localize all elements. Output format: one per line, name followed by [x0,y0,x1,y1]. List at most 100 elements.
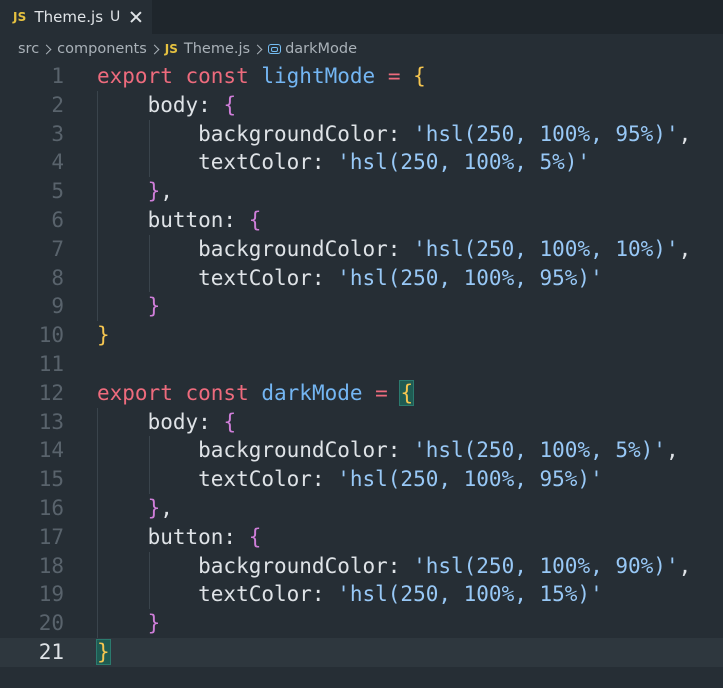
line-number: 8 [51,265,64,290]
code-token: , [678,121,692,146]
line-number: 5 [51,179,64,204]
code-line[interactable]: 7 backgroundColor: 'hsl(250, 100%, 10%)'… [0,234,723,264]
code-line[interactable]: 3 backgroundColor: 'hsl(250, 100%, 95%)'… [0,119,723,149]
line-number: 20 [38,611,64,636]
code-text: }, [97,177,173,206]
code-line[interactable]: 17 button: { [0,522,723,552]
code-token: { [223,92,237,117]
line-number: 10 [38,323,64,348]
breadcrumb-symbol-darkmode[interactable]: darkMode [285,41,357,57]
code-token: { [248,524,262,549]
code-token: { [413,64,426,88]
line-number: 6 [51,208,64,232]
code-token: = [375,64,414,88]
tab-bar: JS Theme.js U [0,0,723,34]
code-token: textColor: [97,467,338,492]
code-token: } [147,294,161,319]
javascript-file-icon: JS [13,10,27,24]
code-line[interactable]: 14 backgroundColor: 'hsl(250, 100%, 5%)'… [0,436,723,466]
line-number: 11 [38,352,64,376]
tab-theme-js[interactable]: JS Theme.js U [0,0,152,34]
line-number: 19 [38,582,64,607]
code-text: body: { [97,408,237,437]
code-token: } [96,639,111,665]
code-text: }, [97,494,173,523]
code-token: = [362,380,401,405]
code-text: backgroundColor: 'hsl(250, 100%, 95%)', [97,120,691,149]
line-number: 9 [51,294,64,319]
line-number: 4 [51,150,64,175]
code-token: textColor: [97,265,338,290]
code-token: { [223,409,237,434]
chevron-right-icon [149,44,160,54]
line-number: 15 [38,467,64,492]
code-token: { [248,208,262,232]
code-line[interactable]: 5 }, [0,177,723,206]
code-text: textColor: 'hsl(250, 100%, 95%)' [97,264,603,293]
code-text: button: { [97,206,262,235]
line-number: 7 [51,236,64,261]
code-line[interactable]: 20 } [0,609,723,638]
code-line[interactable]: 15 textColor: 'hsl(250, 100%, 95%)' [0,465,723,494]
code-token: darkMode [261,380,363,405]
code-line[interactable]: 21} [0,638,723,667]
code-text: } [96,638,111,667]
code-token: , [665,438,679,463]
breadcrumb-file-theme-js[interactable]: Theme.js [184,41,250,57]
code-line[interactable]: 2 body: { [0,90,723,120]
code-text: textColor: 'hsl(250, 100%, 15%)' [97,580,603,609]
code-token: lightMode [261,64,376,88]
code-line[interactable]: 6 button: { [0,206,723,235]
line-number: 12 [38,380,64,405]
code-token: 'hsl(250, 100%, 90%)' [413,553,679,578]
line-number: 18 [38,553,64,578]
code-token: body: [97,92,224,117]
code-text: } [97,292,161,321]
code-line[interactable]: 13 body: { [0,407,723,437]
code-token: backgroundColor: [97,236,414,261]
close-icon[interactable] [128,9,144,25]
line-number: 16 [38,496,64,520]
code-token: button: [97,524,249,549]
code-line[interactable]: 10} [0,321,723,350]
breadcrumb-folder-src[interactable]: src [18,41,39,57]
code-line[interactable]: 11 [0,350,723,379]
code-line[interactable]: 18 backgroundColor: 'hsl(250, 100%, 90%)… [0,551,723,581]
code-token: export const [97,380,262,405]
javascript-file-icon: JS [164,42,178,56]
code-text: } [97,321,110,350]
code-text: export const lightMode = { [97,62,426,91]
code-token: } [97,323,110,348]
breadcrumb: src components JS Theme.js darkMode [0,34,723,64]
code-line[interactable]: 8 textColor: 'hsl(250, 100%, 95%)' [0,263,723,293]
code-line[interactable]: 16 }, [0,494,723,523]
code-token: 'hsl(250, 100%, 5%)' [337,150,591,175]
code-token: , [678,236,692,261]
code-line[interactable]: 19 textColor: 'hsl(250, 100%, 15%)' [0,580,723,610]
code-line[interactable]: 9 } [0,292,723,322]
code-token: , [160,179,173,204]
code-token: 'hsl(250, 100%, 15%)' [337,582,603,607]
code-token: textColor: [97,150,338,175]
code-token: 'hsl(250, 100%, 95%)' [337,467,603,492]
code-line[interactable]: 1 export const lightMode = { [0,62,723,91]
code-token: button: [97,208,249,232]
code-text: backgroundColor: 'hsl(250, 100%, 5%)', [97,436,679,465]
code-text: backgroundColor: 'hsl(250, 100%, 90%)', [97,552,691,581]
untracked-status-badge: U [110,9,121,25]
code-token: export const [97,64,262,88]
breadcrumb-folder-components[interactable]: components [57,41,147,57]
code-line[interactable]: 4 textColor: 'hsl(250, 100%, 5%)' [0,148,723,178]
code-token: 'hsl(250, 100%, 5%)' [413,438,666,463]
code-editor[interactable]: 1 export const lightMode = {2 body: {3 ba… [0,62,723,688]
tab-title: Theme.js [34,8,104,26]
code-text: textColor: 'hsl(250, 100%, 5%)' [97,148,590,177]
code-token: } [147,611,161,636]
code-line[interactable]: 12 export const darkMode = { [0,379,723,408]
code-token: backgroundColor: [97,553,414,578]
code-token: backgroundColor: [97,438,414,463]
line-number: 14 [38,438,64,463]
line-number: 21 [38,640,64,664]
